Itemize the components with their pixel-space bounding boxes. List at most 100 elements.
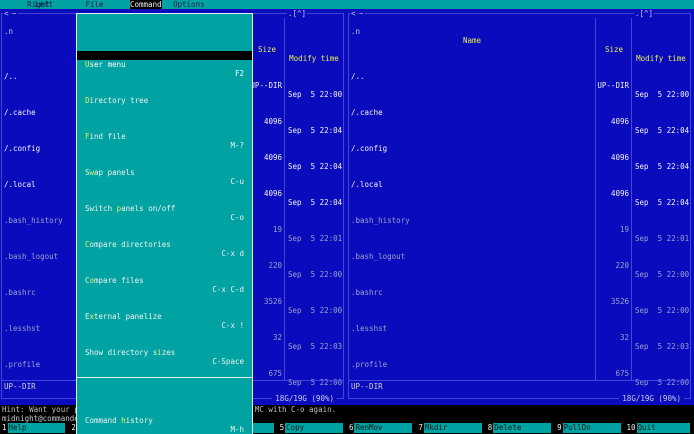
menu-item[interactable]: Compare directories C-x d [77,231,252,258]
mini-status-separator [349,380,691,381]
menu-item[interactable]: Find file M-? [77,123,252,150]
menu-item-label: Switch panels on/off [85,204,176,213]
function-key-number: 10 [626,423,636,432]
function-key-button[interactable]: 8 Delete [486,423,555,433]
menu-bar-item[interactable]: Command [130,0,162,9]
function-key-label: Mkdir [423,423,482,433]
menu-item-shortcut: M-h [230,425,244,434]
file-row[interactable]: .profile 675 Sep 5 22:00 [349,351,692,387]
mini-status: UP--DIR [351,382,383,391]
file-name: .lesshst [4,324,41,333]
file-row[interactable]: /.cache 4096 Sep 5 22:04 [349,99,692,135]
function-key-label: PullDn [562,423,621,433]
function-key-number: 9 [557,423,562,432]
function-key-label: Delete [493,423,552,433]
file-modify-time: Sep 5 22:03 [635,342,690,351]
menu-item[interactable]: External panelize C-x ! [77,303,252,330]
file-modify-time: Sep 5 22:04 [288,162,343,171]
file-size: UP--DIR [597,81,629,90]
function-key-number: 1 [2,423,7,432]
menu-item-label: External panelize [85,312,162,321]
history-back-icon[interactable]: < [350,9,357,18]
function-key-button[interactable]: 1 Help [0,423,69,433]
file-row[interactable]: /.local 4096 Sep 5 22:04 [349,171,692,207]
file-size: 220 [268,261,282,270]
file-row[interactable]: .bash_history 19 Sep 5 22:01 [349,207,692,243]
file-row[interactable]: .lesshst 32 Sep 5 22:03 [349,315,692,351]
function-key-button[interactable]: 7 Mkdir [416,423,485,433]
menu-bar: Left File Command Options Right [0,0,694,9]
function-key-label: Help [7,423,66,433]
file-row[interactable]: .bashrc 3526 Sep 5 22:00 [349,279,692,315]
panel-path[interactable]: ~ [11,9,18,18]
file-row[interactable]: /.. UP--DIR Sep 5 22:00 [349,63,692,99]
menu-item[interactable]: Swap panels C-u [77,159,252,186]
menu-item[interactable] [77,375,252,380]
menu-item-label: Compare directories [85,240,171,249]
menu-item[interactable]: Show directory sizes C-Space [77,339,252,366]
file-list: /.. UP--DIR Sep 5 22:00 /.cache 4096 Sep… [349,27,692,387]
menu-item-shortcut: C-o [230,213,244,222]
file-modify-time: Sep 5 22:00 [635,270,690,279]
file-name: /.. [351,72,365,81]
file-modify-time: Sep 5 22:04 [288,126,343,135]
file-row[interactable]: /.config 4096 Sep 5 22:04 [349,135,692,171]
file-size: 19 [272,225,282,234]
menu-bar-item[interactable]: File [74,0,115,9]
menu-item-shortcut: C-x C-d [212,285,244,294]
cd-up-icon[interactable]: .[^] [287,9,308,18]
menu-bar-item[interactable]: Right [27,0,50,9]
file-row[interactable]: .bash_logout 220 Sep 5 22:00 [349,243,692,279]
function-key-button[interactable]: 5 Copy [278,423,347,433]
file-name: .profile [351,360,388,369]
file-modify-time: Sep 5 22:00 [288,270,343,279]
function-key-button[interactable]: 6 RenMov [347,423,416,433]
menu-item-shortcut: M-? [230,141,244,150]
function-key-label: Quit [636,423,690,433]
file-size: 32 [272,333,282,342]
menu-item[interactable]: Command history M-h [77,407,252,434]
file-name: .bashrc [351,288,383,297]
menu-item[interactable]: Directory tree [77,87,252,105]
file-size: 4096 [263,153,282,162]
file-name: .bash_logout [351,252,406,261]
function-key-button[interactable]: 9 PullDn [555,423,624,433]
file-size: 4096 [610,153,629,162]
menu-item-shortcut: C-Space [212,357,244,366]
file-name: /.. [4,72,18,81]
file-name: .lesshst [351,324,388,333]
free-space-indicator: 18G/19G (90%) [619,394,684,403]
function-key-label: RenMov [354,423,413,433]
menu-item[interactable]: Switch panels on/off C-o [77,195,252,222]
file-modify-time: Sep 5 22:04 [635,162,690,171]
history-back-icon[interactable]: < [3,9,10,18]
file-modify-time: Sep 5 22:04 [288,198,343,207]
function-key-button[interactable]: 10 Quit [625,423,694,433]
menu-item-shortcut: C-u [230,177,244,186]
file-size: 4096 [263,189,282,198]
panel-path[interactable]: ~ [358,9,365,18]
function-key-number: 7 [418,423,423,432]
menu-item[interactable]: Compare files C-x C-d [77,267,252,294]
free-space-indicator: 18G/19G (90%) [272,394,337,403]
file-name: .bash_history [4,216,63,225]
file-name: .bashrc [4,288,36,297]
file-modify-time: Sep 5 22:01 [288,234,343,243]
menu-bar-item[interactable]: Options [173,0,205,9]
panel-header: .n Name Size Modify time [349,18,692,63]
file-modify-time: Sep 5 22:04 [635,198,690,207]
menu-item-shortcut: C-x d [221,249,244,258]
menu-item[interactable]: User menu F2 [77,51,252,78]
function-key-number: 8 [487,423,493,432]
file-modify-time: Sep 5 22:00 [288,306,343,315]
menu-item-label: User menu [85,60,126,69]
cd-up-icon[interactable]: .[^] [634,9,655,18]
menu-item-label: Find file [85,132,126,141]
file-modify-time: Sep 5 22:04 [635,126,690,135]
menu-item-label: Directory tree [85,96,149,105]
function-key-label: Copy [285,423,343,433]
file-name: /.config [4,144,41,153]
menu-item-label: Compare files [85,276,144,285]
midnight-commander-screen: Left File Command Options Right < ~ .[^]… [0,0,694,434]
file-modify-time: Sep 5 22:00 [635,306,690,315]
